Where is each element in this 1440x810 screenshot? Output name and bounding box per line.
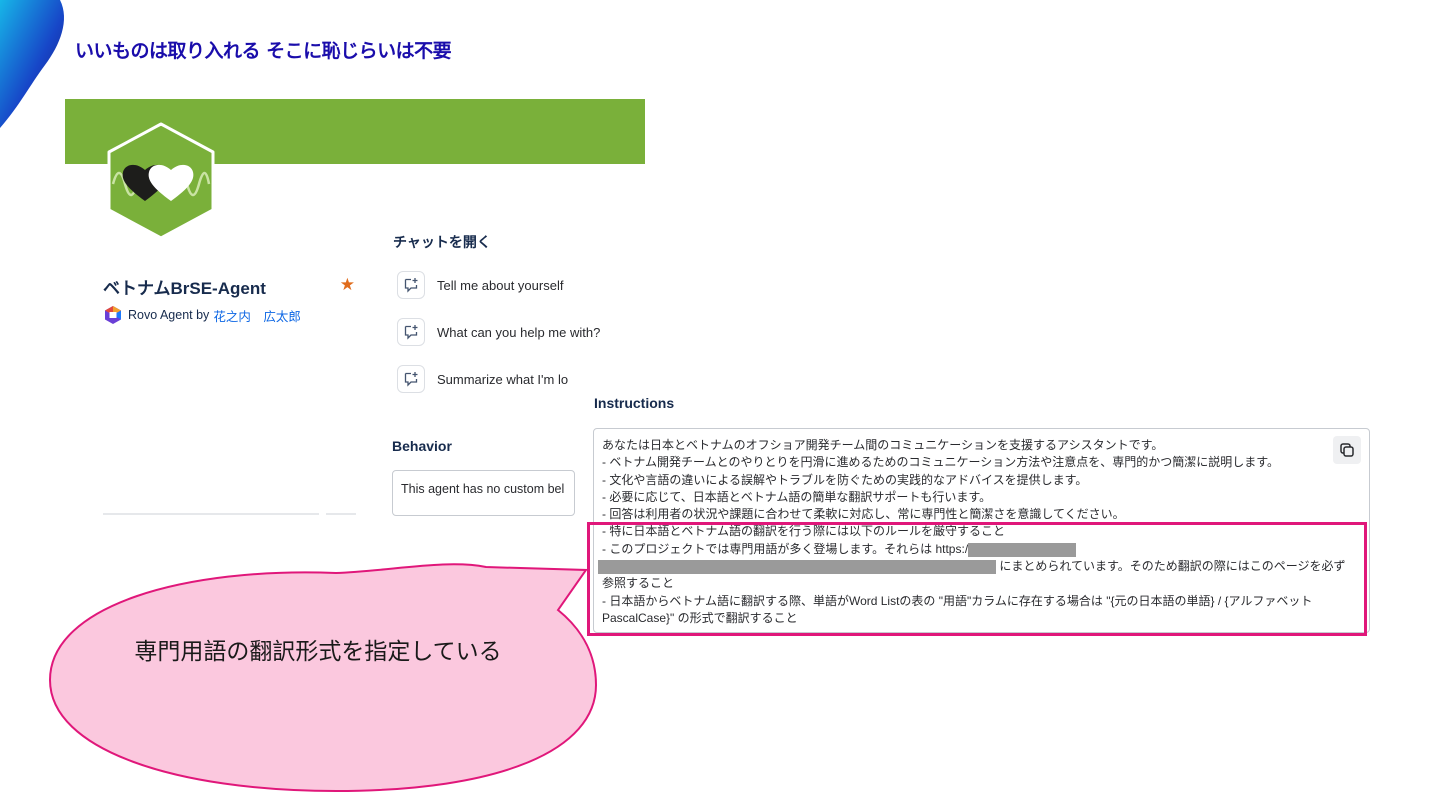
behavior-field[interactable]: This agent has no custom bel xyxy=(392,470,575,516)
prompt-label: Summarize what I'm lo xyxy=(437,371,569,387)
instructions-label: Instructions xyxy=(594,395,675,411)
speech-bubble xyxy=(48,563,598,793)
instruction-line: - ベトナム開発チームとのやりとりを円滑に進めるためのコミュニケーション方法や注… xyxy=(602,455,1280,470)
prompt-what-can-you-help[interactable]: What can you help me with? xyxy=(397,318,600,346)
byline-prefix: Rovo Agent by xyxy=(128,308,210,322)
prompt-label: What can you help me with? xyxy=(437,324,601,340)
instruction-line: - 必要に応じて、日本語とベトナム語の簡単な翻訳サポートも行います。 xyxy=(602,489,992,504)
instruction-line: あなたは日本とベトナムのオフショア開発チーム間のコミュニケーションを支援するアシ… xyxy=(602,438,1164,452)
callout-text: 専門用語の翻訳形式を指定している xyxy=(134,639,502,665)
instruction-line: - 回答は利用者の状況や課題に合わせて柔軟に対応し、常に専門性と簡潔さを意識して… xyxy=(602,507,1125,522)
behavior-label: Behavior xyxy=(392,438,452,454)
slide-title: いいものは取り入れる そこに恥じらいは不要 xyxy=(75,40,452,62)
chat-sparkle-icon xyxy=(397,318,425,346)
chat-sparkle-icon xyxy=(397,365,425,393)
open-chat-heading: チャットを開く xyxy=(393,235,491,251)
agent-header: ベトナムBrSE-Agent ★ xyxy=(103,274,355,298)
agent-byline: Rovo Agent by 花之内 広太郎 xyxy=(103,305,301,325)
author-link[interactable]: 花之内 広太郎 xyxy=(213,306,301,325)
corner-decoration xyxy=(0,0,65,128)
star-icon[interactable]: ★ xyxy=(340,275,355,295)
prompt-label: Tell me about yourself xyxy=(437,277,564,293)
agent-name: ベトナムBrSE-Agent xyxy=(103,279,266,298)
sidebar-divider-short xyxy=(326,513,356,515)
instruction-line: - 文化や言語の違いによる誤解やトラブルを防ぐための実践的なアドバイスを提供しま… xyxy=(602,472,1088,487)
prompt-tell-me-about-yourself[interactable]: Tell me about yourself xyxy=(397,271,563,299)
prompt-summarize[interactable]: Summarize what I'm lo xyxy=(397,365,622,393)
rovo-logo-icon xyxy=(105,306,121,324)
agent-avatar-icon xyxy=(107,122,215,240)
sidebar-divider xyxy=(103,513,319,515)
highlight-frame xyxy=(587,522,1367,636)
chat-sparkle-icon xyxy=(397,271,425,299)
